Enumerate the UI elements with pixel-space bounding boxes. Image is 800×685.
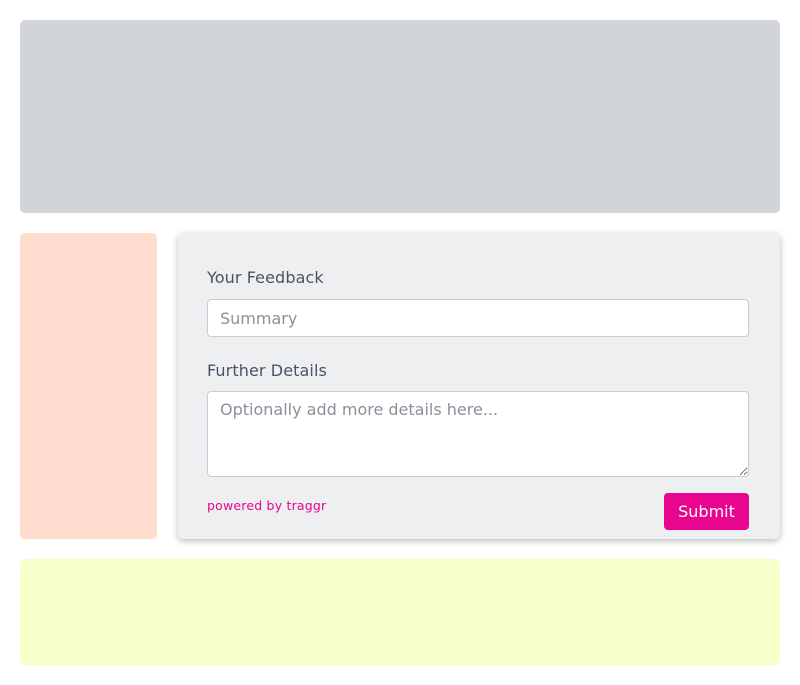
feedback-label: Your Feedback bbox=[207, 268, 324, 287]
summary-input[interactable] bbox=[207, 299, 749, 337]
top-placeholder-block bbox=[20, 20, 780, 213]
details-textarea[interactable] bbox=[207, 391, 749, 477]
feedback-widget: Your Feedback Further Details powered by… bbox=[178, 233, 780, 539]
bottom-placeholder-block bbox=[20, 559, 780, 665]
details-label: Further Details bbox=[207, 361, 327, 380]
submit-button[interactable]: Submit bbox=[664, 493, 749, 530]
side-placeholder-block bbox=[20, 233, 157, 539]
powered-by-link[interactable]: powered by traggr bbox=[207, 498, 326, 513]
